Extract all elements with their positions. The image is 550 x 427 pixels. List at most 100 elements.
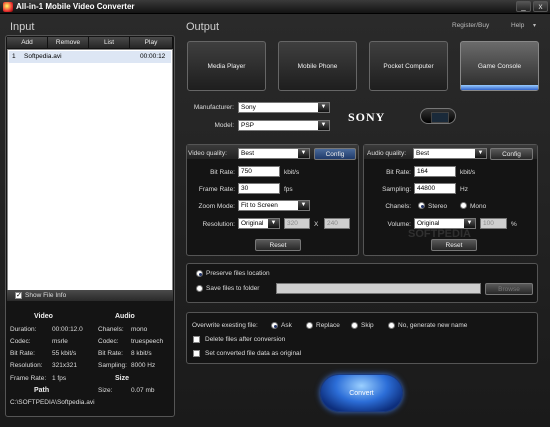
- audio-codec-label: Codec:: [98, 338, 119, 345]
- folder-path-input[interactable]: [276, 283, 481, 294]
- game-console-button[interactable]: Game Console: [460, 41, 539, 91]
- overwrite-new-name-label: No, generate new name: [398, 322, 468, 329]
- audio-bitrate-label: Bit Rate:: [98, 350, 123, 357]
- model-label: Model:: [214, 122, 234, 129]
- zoom-mode-label: Zoom Mode:: [198, 203, 236, 210]
- manufacturer-select[interactable]: Sony ▼: [238, 102, 330, 113]
- audio-sampling-input[interactable]: 44800: [414, 183, 456, 194]
- size-value: 0.07 mb: [131, 387, 155, 394]
- preserve-location-radio[interactable]: [196, 270, 203, 277]
- video-codec-label: Codec:: [10, 338, 31, 345]
- softpedia-watermark: SOFTPEDIA: [408, 228, 471, 240]
- audio-reset-button[interactable]: Reset: [431, 239, 477, 251]
- chevron-down-icon: ▼: [298, 149, 309, 158]
- register-link[interactable]: Register/Buy: [452, 22, 489, 29]
- video-bitrate-unit: kbit/s: [284, 169, 300, 176]
- sony-logo: SONY: [348, 110, 386, 124]
- audio-config-button[interactable]: Config: [490, 148, 533, 160]
- video-codec-value: msrle: [52, 338, 68, 345]
- audio-quality-label: Audio quality:: [367, 150, 407, 157]
- minimize-button[interactable]: _: [516, 1, 531, 12]
- list-button[interactable]: List: [89, 37, 130, 48]
- audio-bitrate-input[interactable]: 164: [414, 166, 456, 177]
- mobile-phone-label: Mobile Phone: [297, 63, 338, 70]
- help-chevron-icon[interactable]: ▾: [533, 22, 536, 29]
- resolution-height-input[interactable]: 240: [324, 218, 350, 229]
- game-console-label: Game Console: [477, 63, 522, 70]
- audio-sampling-unit: Hz: [460, 186, 468, 193]
- psp-device-icon: [420, 108, 456, 124]
- audio-codec-value: truespeech: [131, 338, 164, 345]
- remove-button[interactable]: Remove: [48, 37, 89, 48]
- overwrite-new-name-radio[interactable]: [388, 322, 395, 329]
- chevron-down-icon: ▼: [464, 219, 475, 228]
- video-framerate-input[interactable]: 30: [238, 183, 280, 194]
- overwrite-ask-label: Ask: [281, 322, 292, 329]
- volume-unit: %: [511, 221, 517, 228]
- help-link[interactable]: Help: [511, 22, 524, 29]
- convert-button[interactable]: Convert: [320, 374, 403, 412]
- add-button[interactable]: Add: [7, 37, 48, 48]
- stereo-label: Stereo: [428, 203, 448, 210]
- save-to-folder-label: Save files to folder: [206, 285, 260, 292]
- overwrite-skip-radio[interactable]: [351, 322, 358, 329]
- pocket-computer-label: Pocket Computer: [383, 63, 434, 70]
- overwrite-ask-radio[interactable]: [271, 322, 278, 329]
- model-value: PSP: [241, 122, 255, 129]
- zoom-mode-select[interactable]: Fit to Screen ▼: [238, 200, 310, 211]
- show-info-checkbox[interactable]: [15, 292, 22, 299]
- channels-label: Chanels:: [98, 326, 124, 333]
- file-list[interactable]: 1 Softpedia.avi 00:00:12: [7, 49, 173, 292]
- pocket-computer-button[interactable]: Pocket Computer: [369, 41, 448, 91]
- play-button[interactable]: Play: [130, 37, 173, 48]
- overwrite-replace-radio[interactable]: [306, 322, 313, 329]
- file-duration: 00:00:12: [140, 53, 166, 60]
- input-title: Input: [10, 21, 35, 33]
- framerate-label: Frame Rate:: [10, 375, 47, 382]
- audio-quality-select[interactable]: Best ▼: [413, 148, 487, 159]
- show-info-label: Show File Info: [25, 292, 67, 299]
- browse-button[interactable]: Browse: [485, 283, 533, 295]
- video-reset-button[interactable]: Reset: [255, 239, 301, 251]
- selected-indicator: [461, 85, 538, 90]
- media-player-button[interactable]: Media Player: [187, 41, 266, 91]
- duration-value: 00:00:12.0: [52, 326, 83, 333]
- audio-channels-label: Chanels:: [385, 203, 411, 210]
- model-select[interactable]: PSP ▼: [238, 120, 330, 131]
- mobile-phone-button[interactable]: Mobile Phone: [278, 41, 357, 91]
- chevron-down-icon: ▼: [318, 103, 329, 112]
- resolution-select[interactable]: Original ▼: [238, 218, 280, 229]
- chevron-down-icon: ▼: [298, 201, 309, 210]
- manufacturer-label: Manufacturer:: [193, 104, 234, 111]
- overwrite-label: Overwrite exesting file:: [192, 322, 258, 329]
- video-config-button[interactable]: Config: [314, 148, 356, 160]
- output-title: Output: [186, 21, 220, 33]
- delete-after-checkbox[interactable]: [193, 336, 200, 343]
- volume-input[interactable]: 100: [480, 218, 507, 229]
- chevron-down-icon: ▼: [318, 121, 329, 130]
- video-bitrate-input[interactable]: 750: [238, 166, 280, 177]
- delete-after-label: Delete files after conversion: [205, 336, 286, 343]
- close-button[interactable]: x: [533, 1, 548, 12]
- chevron-down-icon: ▼: [475, 149, 486, 158]
- path-header: Path: [34, 387, 50, 394]
- set-original-checkbox[interactable]: [193, 350, 200, 357]
- zoom-mode-value: Fit to Screen: [241, 202, 278, 209]
- mono-radio[interactable]: [460, 202, 467, 209]
- resolution-width-input[interactable]: 320: [284, 218, 310, 229]
- audio-bitrate-unit: kbit/s: [460, 169, 476, 176]
- size-header: Size: [115, 375, 130, 382]
- list-item[interactable]: 1 Softpedia.avi 00:00:12: [9, 51, 171, 63]
- resolution-label: Resolution:: [10, 362, 43, 369]
- stereo-radio[interactable]: [418, 202, 425, 209]
- chevron-down-icon: ▼: [268, 219, 279, 228]
- overwrite-replace-label: Replace: [316, 322, 340, 329]
- video-resolution-label: Resolution:: [202, 221, 235, 228]
- size-label: Size:: [98, 387, 113, 394]
- video-framerate-label: Frame Rate:: [198, 186, 235, 193]
- save-to-folder-radio[interactable]: [196, 285, 203, 292]
- audio-bitrate-label: Bit Rate:: [386, 169, 411, 176]
- app-icon: [3, 2, 13, 12]
- video-quality-select[interactable]: Best ▼: [238, 148, 310, 159]
- audio-info-header: Audio: [115, 313, 135, 320]
